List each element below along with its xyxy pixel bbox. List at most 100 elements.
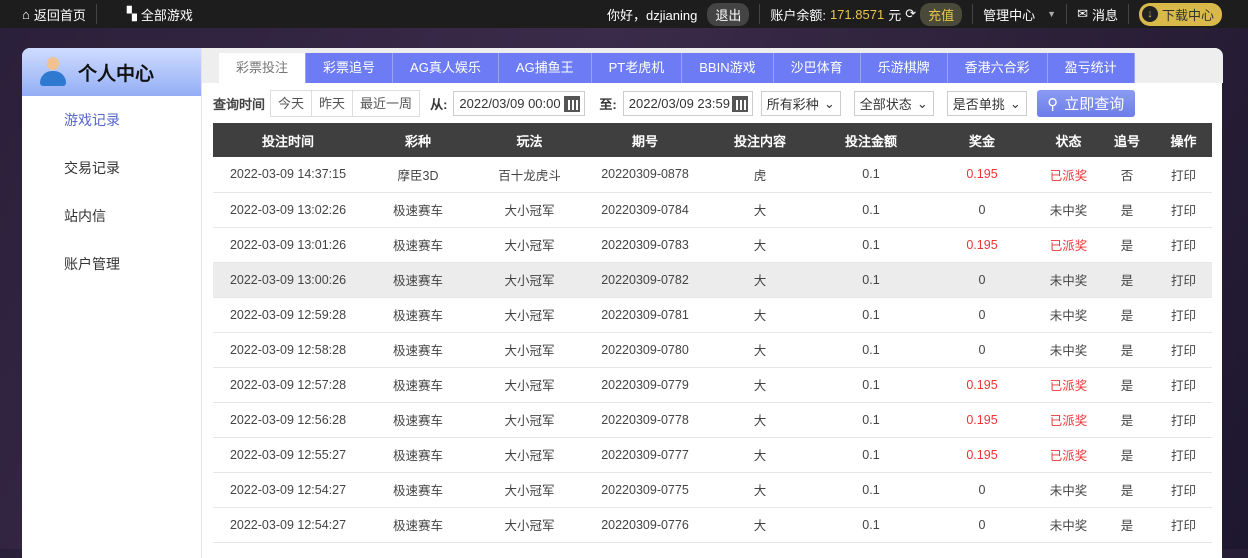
messages-link[interactable]: ✉ 消息 bbox=[1067, 5, 1128, 24]
sidebar-item-transactions[interactable]: 交易记录 bbox=[22, 144, 202, 192]
refresh-icon[interactable]: ⟳ bbox=[905, 6, 916, 22]
print-link[interactable]: 打印 bbox=[1155, 297, 1212, 333]
query-label: 立即查询 bbox=[1064, 96, 1125, 113]
manage-menu[interactable]: 管理中心 ▼ bbox=[973, 5, 1066, 24]
table-cell: 大 bbox=[704, 262, 816, 298]
tab-1[interactable]: 彩票追号 bbox=[306, 53, 394, 83]
table-cell: 大小冠军 bbox=[473, 367, 586, 403]
table-cell: 大 bbox=[704, 192, 816, 228]
home-label: 返回首页 bbox=[33, 7, 86, 23]
tab-8[interactable]: 香港六合彩 bbox=[947, 53, 1048, 83]
tab-6[interactable]: 沙巴体育 bbox=[773, 53, 861, 83]
print-link[interactable]: 打印 bbox=[1155, 367, 1212, 403]
tab-5[interactable]: BBIN游戏 bbox=[682, 53, 774, 83]
quick-range: 今天 昨天 最近一周 bbox=[270, 90, 421, 117]
table-cell: 摩臣3D bbox=[363, 157, 473, 193]
table-cell: 百十龙虎斗 bbox=[473, 157, 586, 193]
table-cell: 0 bbox=[926, 262, 1038, 298]
table-cell: 0.1 bbox=[816, 367, 926, 403]
table-cell: 20220309-0784 bbox=[586, 192, 704, 228]
query-button[interactable]: ⚲ 立即查询 bbox=[1036, 90, 1135, 117]
tab-7[interactable]: 乐游棋牌 bbox=[860, 53, 948, 83]
single-select[interactable]: 是否单挑 ⌄ bbox=[946, 91, 1027, 116]
table-cell: 大小冠军 bbox=[473, 402, 586, 438]
yesterday-button[interactable]: 昨天 bbox=[312, 91, 354, 116]
table-cell: 大小冠军 bbox=[473, 507, 586, 543]
tab-9[interactable]: 盈亏统计 bbox=[1047, 53, 1135, 83]
grid-icon: ▚ bbox=[126, 6, 137, 21]
table-cell: 大 bbox=[704, 332, 816, 368]
print-link[interactable]: 打印 bbox=[1155, 472, 1212, 508]
table-cell: 0 bbox=[926, 507, 1038, 543]
table-cell: 20220309-0783 bbox=[586, 227, 704, 263]
download-button[interactable]: ↓ 下载中心 bbox=[1138, 2, 1222, 26]
column-header: 彩种 bbox=[363, 123, 473, 157]
table-cell: 极速赛车 bbox=[363, 402, 473, 438]
table-cell: 未中奖 bbox=[1038, 332, 1099, 368]
table-cell: 20220309-0782 bbox=[586, 262, 704, 298]
last-week-button[interactable]: 最近一周 bbox=[353, 91, 419, 116]
table-row: 2022-03-09 14:37:15 摩臣3D 百十龙虎斗 20220309-087… bbox=[213, 157, 1212, 193]
all-games-link[interactable]: ▚ 全部游戏 bbox=[97, 5, 203, 24]
table-cell: 大小冠军 bbox=[473, 227, 586, 263]
sidebar-item-game-records[interactable]: 游戏记录 bbox=[22, 96, 202, 144]
tab-bar: 彩票投注 彩票追号 AG真人娱乐 AG捕鱼王 PT老虎机 BBIN游戏 沙巴体育 乐游棋牌 香港… bbox=[202, 48, 1223, 83]
tab-3[interactable]: AG捕鱼王 bbox=[498, 53, 592, 83]
print-link[interactable]: 打印 bbox=[1155, 227, 1212, 263]
table-cell: 是 bbox=[1099, 297, 1155, 333]
print-link[interactable]: 打印 bbox=[1155, 507, 1212, 543]
tab-4[interactable]: PT老虎机 bbox=[591, 53, 683, 83]
table-cell: 是 bbox=[1099, 367, 1155, 403]
from-date-input[interactable]: 2022/03/09 00:00 bbox=[453, 91, 586, 116]
to-date-value: 2022/03/09 23:59 bbox=[628, 96, 730, 111]
tab-0[interactable]: 彩票投注 bbox=[219, 53, 307, 83]
table-cell: 0.1 bbox=[816, 437, 926, 473]
search-icon: ⚲ bbox=[1047, 95, 1059, 113]
table-cell: 已派奖 bbox=[1038, 157, 1099, 193]
tab-2[interactable]: AG真人娱乐 bbox=[393, 53, 499, 83]
table-cell: 0.1 bbox=[816, 227, 926, 263]
table-cell: 20220309-0878 bbox=[586, 157, 704, 193]
table-cell: 极速赛车 bbox=[363, 262, 473, 298]
print-link[interactable]: 打印 bbox=[1155, 402, 1212, 438]
table-cell: 2022-03-09 13:01:26 bbox=[213, 227, 363, 263]
table-cell: 0.195 bbox=[926, 437, 1038, 473]
print-link[interactable]: 打印 bbox=[1155, 332, 1212, 368]
chevron-down-icon: ⌄ bbox=[1009, 95, 1021, 111]
table-row: 2022-03-09 12:54:27 极速赛车 大小冠军 20220309-0775… bbox=[213, 472, 1212, 508]
status-select[interactable]: 全部状态 ⌄ bbox=[853, 91, 934, 116]
table-cell: 极速赛车 bbox=[363, 472, 473, 508]
to-date-input[interactable]: 2022/03/09 23:59 bbox=[622, 91, 753, 116]
table-cell: 2022-03-09 12:58:28 bbox=[213, 332, 363, 368]
greeting: 你好，dzjianing 退出 bbox=[597, 2, 759, 26]
calendar-icon[interactable] bbox=[564, 95, 581, 112]
column-header: 奖金 bbox=[926, 123, 1038, 157]
table-cell: 虎 bbox=[704, 157, 816, 193]
logout-button[interactable]: 退出 bbox=[707, 2, 750, 26]
home-icon: ⌂ bbox=[22, 6, 30, 22]
table-cell: 20220309-0781 bbox=[586, 297, 704, 333]
all-games-label: 全部游戏 bbox=[140, 7, 193, 23]
table-cell: 20220309-0778 bbox=[586, 402, 704, 438]
table-cell: 已派奖 bbox=[1038, 437, 1099, 473]
home-link[interactable]: ⌂ 返回首页 bbox=[0, 5, 96, 24]
print-link[interactable]: 打印 bbox=[1155, 262, 1212, 298]
table-cell: 大小冠军 bbox=[473, 262, 586, 298]
table-row: 2022-03-09 13:00:26 极速赛车 大小冠军 20220309-0782… bbox=[213, 262, 1212, 298]
lottery-select[interactable]: 所有彩种 ⌄ bbox=[760, 91, 841, 116]
print-link[interactable]: 打印 bbox=[1155, 192, 1212, 228]
table-row: 2022-03-09 13:01:26 极速赛车 大小冠军 20220309-0783… bbox=[213, 227, 1212, 263]
column-header: 投注金额 bbox=[816, 123, 926, 157]
recharge-button[interactable]: 充值 bbox=[920, 2, 963, 26]
print-link[interactable]: 打印 bbox=[1155, 437, 1212, 473]
chevron-down-icon: ⌄ bbox=[823, 95, 835, 111]
today-button[interactable]: 今天 bbox=[271, 91, 313, 116]
calendar-icon[interactable] bbox=[731, 95, 748, 112]
table-cell: 0 bbox=[926, 192, 1038, 228]
table-row: 2022-03-09 12:55:27 极速赛车 大小冠军 20220309-0777… bbox=[213, 437, 1212, 473]
sidebar-item-inbox[interactable]: 站内信 bbox=[22, 192, 202, 240]
table-cell: 20220309-0777 bbox=[586, 437, 704, 473]
table-cell: 是 bbox=[1099, 227, 1155, 263]
print-link[interactable]: 打印 bbox=[1155, 157, 1212, 193]
sidebar-item-account[interactable]: 账户管理 bbox=[22, 240, 202, 288]
